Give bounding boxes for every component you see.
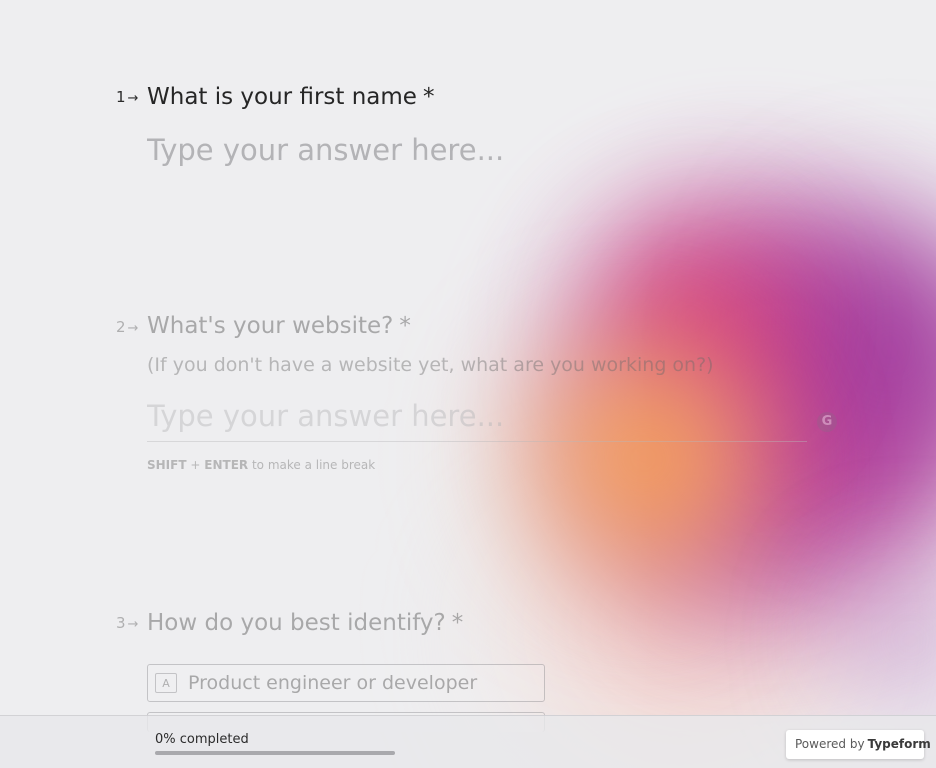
choice-option-a[interactable]: A Product engineer or developer [147,664,545,702]
required-mark: * [451,610,464,636]
question-subtitle: (If you don't have a website yet, what a… [147,354,714,376]
powered-by-text: Powered by [795,737,865,751]
background-gradient-purple [760,140,936,560]
question-title: What is your first name * [147,84,434,110]
required-mark: * [422,84,435,110]
background-veil [0,0,936,768]
typeform-page: 1→ What is your first name* 2→ What's yo… [0,0,936,768]
website-input[interactable] [147,396,807,436]
progress-bar [155,751,395,755]
footer-bar: 0% completed Powered by Typeform [0,715,936,768]
question-title-text: How do you best identify? [147,610,446,636]
choice-label: Product engineer or developer [188,672,478,694]
question-title-text: What's your website? [147,313,394,339]
enter-key-label: ENTER [204,458,249,472]
choice-key-badge: A [155,673,177,693]
question-number: 1 → [116,88,138,106]
line-break-hint-text: to make a line break [251,458,376,472]
background-gradient-lilac [820,560,936,720]
shift-key-label: SHIFT [147,458,187,472]
line-break-hint: SHIFT + ENTER to make a line break [147,458,375,472]
progress-text: 0% completed [155,732,249,747]
arrow-right-icon: → [127,91,139,106]
question-title-text: What is your first name [147,84,417,110]
question-number: 2 → [116,318,138,336]
question-title: How do you best identify? * [147,610,463,636]
answer-underline [147,441,807,442]
arrow-right-icon: → [127,617,139,632]
grammarly-g-icon[interactable]: G [817,412,837,432]
question-title: What's your website? * [147,313,411,339]
required-mark: * [399,313,411,339]
question-number-text: 2 [116,318,126,336]
plus-sign: + [190,458,201,472]
arrow-right-icon: → [127,321,139,336]
typeform-brand: Typeform [867,737,931,751]
question-number-text: 1 [116,88,126,106]
powered-by-typeform-badge[interactable]: Powered by Typeform [786,730,931,759]
first-name-input[interactable] [147,130,827,170]
question-number: 3 → [116,614,138,632]
question-number-text: 3 [116,614,126,632]
